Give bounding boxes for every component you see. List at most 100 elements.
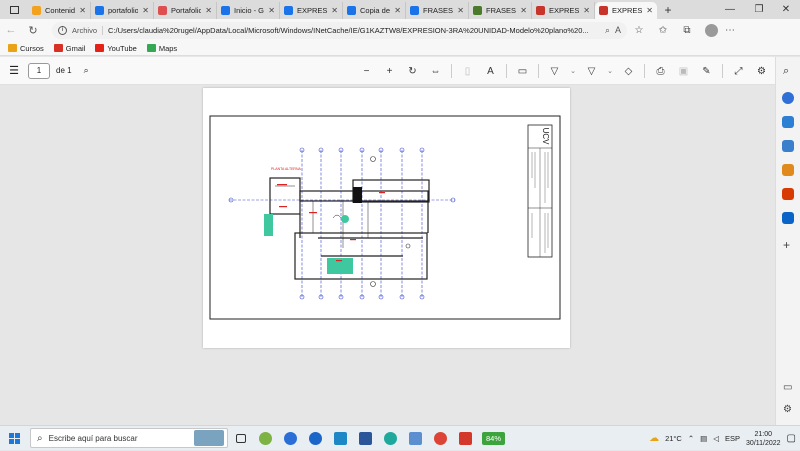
notifications-icon[interactable]: ▢ [787, 433, 796, 444]
highlight-icon[interactable]: ▽ [580, 66, 603, 77]
collections-icon[interactable]: ⧉ [675, 25, 699, 36]
app-icon-l[interactable] [328, 426, 353, 451]
print-icon[interactable]: ⎙ [649, 66, 672, 77]
close-tab-icon[interactable]: ✕ [79, 6, 86, 15]
rotate-icon[interactable]: ↻ [401, 66, 424, 77]
close-window-button[interactable]: ✕ [772, 0, 800, 19]
back-button[interactable]: ← [0, 24, 22, 36]
edge-icon[interactable] [378, 426, 403, 451]
games-icon[interactable] [782, 164, 794, 176]
tab-7[interactable]: FRASES ✕ [469, 2, 532, 19]
shopping-tag-icon[interactable] [782, 116, 794, 128]
fit-page-icon[interactable]: ⇔ [424, 66, 447, 77]
avatar[interactable] [705, 23, 718, 37]
split-screen-icon[interactable]: ▭ [783, 382, 792, 393]
close-tab-icon[interactable]: ✕ [520, 6, 527, 15]
close-tab-icon[interactable]: ✕ [646, 6, 653, 15]
favorites-icon[interactable]: ✩ [651, 25, 675, 36]
close-tab-icon[interactable]: ✕ [142, 6, 149, 15]
outlook-icon[interactable] [782, 212, 794, 224]
tab-3[interactable]: Inicio - Gi ✕ [217, 2, 280, 19]
add-icon[interactable]: + [783, 238, 790, 252]
close-tab-icon[interactable]: ✕ [331, 6, 338, 15]
bookmark-maps[interactable]: Maps [146, 44, 177, 53]
zoom-in-icon[interactable]: + [378, 66, 401, 77]
save-as-icon[interactable]: ✎ [695, 66, 718, 77]
chevron-down-icon[interactable]: ⌄ [603, 67, 617, 75]
pdf-viewer-area[interactable]: UCV PLANTA ALTERNA [0, 86, 775, 425]
chrome-icon[interactable] [428, 426, 453, 451]
volume-icon[interactable]: ◁ [713, 434, 719, 443]
bookmark-label: Gmail [65, 43, 86, 53]
zoom-icon[interactable]: ⌕ [605, 25, 610, 36]
gmail-icon [53, 44, 63, 52]
chevron-up-icon[interactable]: ⌃ [688, 434, 694, 443]
tab-favicon-icon [347, 6, 356, 15]
office-icon[interactable] [782, 188, 794, 200]
pdf-page: UCV PLANTA ALTERNA [203, 88, 570, 348]
tab-8[interactable]: EXPRESION✕ [532, 2, 595, 19]
save-icon[interactable]: ▣ [672, 66, 695, 77]
immersive-reader-icon[interactable]: ▭ [511, 66, 534, 77]
new-tab-button[interactable]: + [657, 3, 679, 17]
tab-9[interactable]: EXPRESION✕ [595, 2, 657, 19]
read-aloud-icon[interactable]: A [479, 66, 502, 77]
app-icon-green[interactable] [253, 426, 278, 451]
acrobat-icon[interactable] [453, 426, 478, 451]
fullscreen-icon[interactable]: ⤢ [727, 66, 750, 77]
app-icon-teams[interactable] [303, 426, 328, 451]
tab-1[interactable]: portafolio ✕ [91, 2, 154, 19]
close-tab-icon[interactable]: ✕ [583, 6, 590, 15]
app-icon-files[interactable] [403, 426, 428, 451]
weather-icon[interactable]: ☁ [649, 433, 659, 444]
word-icon[interactable] [353, 426, 378, 451]
language-label[interactable]: ESP [725, 434, 740, 443]
page-number-input[interactable]: 1 [28, 62, 50, 79]
taskbar-search[interactable]: ⌕ Escribe aquí para buscar [30, 428, 228, 448]
tab-6[interactable]: FRASES ✕ [406, 2, 469, 19]
draw-icon[interactable]: ▽ [543, 66, 566, 77]
minimize-button[interactable]: — [716, 0, 744, 19]
more-menu-icon[interactable]: ⋯ [718, 25, 742, 36]
tab-actions-icon[interactable] [0, 0, 28, 19]
tab-2[interactable]: Portafolio ✕ [154, 2, 217, 19]
tab-0[interactable]: Contenido✕ [28, 2, 91, 19]
maximize-button[interactable]: ❐ [745, 0, 773, 19]
tab-favicon-icon [473, 6, 482, 15]
info-icon[interactable]: i [58, 25, 67, 35]
contents-menu-icon[interactable]: ☰ [0, 64, 28, 77]
url-text[interactable]: C:/Users/claudia%20rugel/AppData/Local/M… [108, 26, 600, 35]
close-tab-icon[interactable]: ✕ [205, 6, 212, 15]
close-tab-icon[interactable]: ✕ [457, 6, 464, 15]
system-tray: ☁ 21°C ⌃ ▤ ◁ ESP 21:00 30/11/2022 ▢ [649, 426, 800, 451]
eraser-icon[interactable]: ◇ [617, 66, 640, 77]
close-tab-icon[interactable]: ✕ [394, 6, 401, 15]
search-icon[interactable]: ⌕ [783, 65, 789, 78]
tab-favicon-icon [536, 6, 545, 15]
start-button[interactable] [0, 426, 28, 451]
bookmark-cursos[interactable]: Cursos [8, 44, 44, 53]
tools-icon[interactable] [782, 140, 794, 152]
zoom-out-icon[interactable]: − [355, 66, 378, 77]
network-icon[interactable]: ▤ [700, 434, 707, 443]
tab-5[interactable]: Copia de ✕ [343, 2, 406, 19]
close-tab-icon[interactable]: ✕ [268, 6, 275, 15]
sidebar-settings-icon[interactable]: ⚙ [783, 404, 792, 415]
tab-label: portafolio [108, 6, 139, 15]
app-icon-blue-circle[interactable] [278, 426, 303, 451]
weather-temp[interactable]: 21°C [665, 434, 682, 443]
favorites-star-icon[interactable]: ☆ [627, 25, 651, 36]
search-icon[interactable]: ⌕ [84, 65, 89, 76]
chevron-down-icon[interactable]: ⌄ [566, 67, 580, 75]
settings-icon[interactable]: ⚙ [750, 66, 773, 77]
page-view-icon[interactable]: ▯ [456, 66, 479, 77]
bookmark-youtube[interactable]: YouTube [95, 44, 137, 53]
task-view-icon[interactable] [228, 426, 253, 451]
bookmark-gmail[interactable]: Gmail [53, 43, 86, 53]
read-aloud-icon[interactable]: A [615, 25, 621, 35]
address-bar[interactable]: i Archivo C:/Users/claudia%20rugel/AppDa… [52, 21, 627, 39]
refresh-button[interactable]: ↻ [22, 24, 44, 37]
clock[interactable]: 21:00 30/11/2022 [746, 430, 781, 448]
copilot-icon[interactable] [782, 92, 794, 104]
tab-4[interactable]: EXPRESION✕ [280, 2, 343, 19]
